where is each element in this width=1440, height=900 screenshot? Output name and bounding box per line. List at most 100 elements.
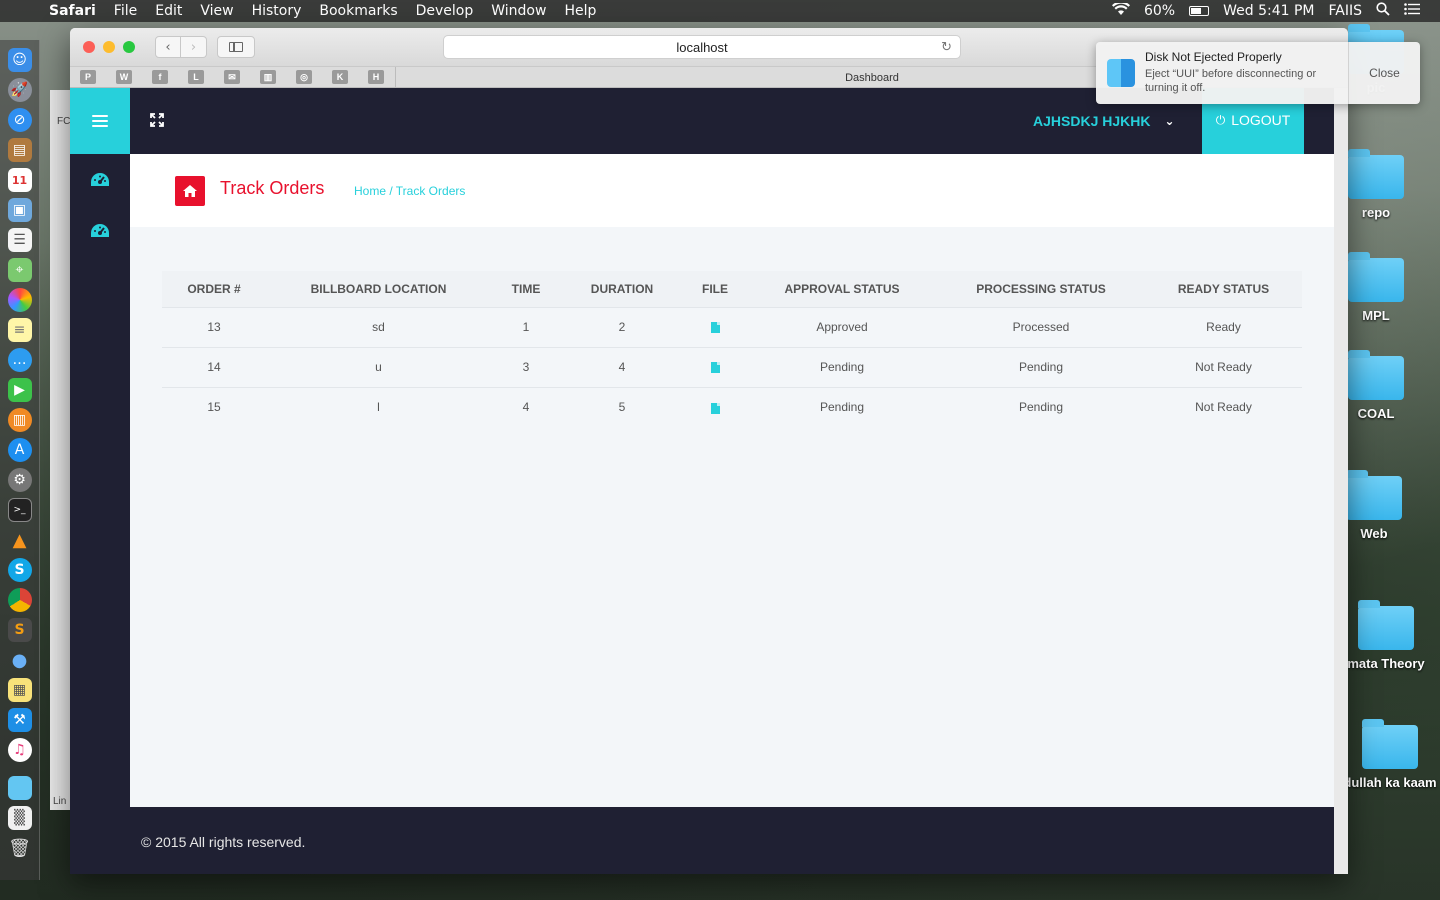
notification-body: Disk Not Ejected Properly Eject “UUI” be… [1145,42,1345,104]
menu-develop[interactable]: Develop [407,3,483,19]
clock[interactable]: Wed 5:41 PM [1223,3,1314,19]
launchpad-icon[interactable]: 🚀 [7,78,32,102]
vlc-icon[interactable]: ▲ [8,528,32,552]
menu-bookmarks[interactable]: Bookmarks [310,3,406,19]
bookmark-mail[interactable]: ✉ [224,70,240,84]
bookmark-github[interactable]: ◎ [296,70,312,84]
logout-label: LOGOUT [1231,112,1291,128]
column-header: ORDER # [187,281,241,296]
calendar-icon[interactable]: 11 [7,168,32,192]
applications-folder-icon[interactable] [7,776,32,800]
downloads-stack-icon[interactable]: ▒ [7,806,32,830]
breadcrumb[interactable]: Home / Track Orders [354,184,465,198]
fullscreen-icon[interactable] [150,113,166,129]
bookmark-p[interactable]: P [80,70,96,84]
facetime-icon[interactable]: ▶ [7,378,32,402]
forward-button[interactable]: › [181,36,207,58]
stickies-icon[interactable]: ▦ [7,678,32,702]
approval-status: Approved [747,306,937,347]
column-header: FILE [702,281,728,296]
menu-window[interactable]: Window [482,3,555,19]
back-button[interactable]: ‹ [155,36,181,58]
time: 1 [491,306,561,347]
address-bar[interactable]: localhost ↻ [443,35,961,59]
reload-icon[interactable]: ↻ [941,40,952,55]
finder-icon [1107,59,1135,87]
close-window-button[interactable] [83,41,95,53]
preview-icon[interactable]: ▣ [7,198,32,222]
notification-title: Disk Not Ejected Properly [1145,50,1282,64]
contacts-icon[interactable]: ▤ [7,138,32,162]
ibooks-icon[interactable]: ▥ [7,408,32,432]
safari-icon[interactable]: ⊘ [7,108,32,132]
power-icon: ⏻ [1215,112,1226,127]
skype-icon[interactable]: S [7,558,32,582]
spotlight-icon[interactable] [1376,2,1390,20]
trash-icon[interactable]: 🗑 [8,836,32,860]
menu-view[interactable]: View [191,3,242,19]
photos-icon[interactable] [7,288,32,312]
background-window-text: FC [57,116,71,127]
page-title: Track Orders [220,178,325,198]
bookmark-l[interactable]: L [188,70,204,84]
order-number: 14 [162,346,266,387]
user-menu[interactable]: FAIIS [1329,3,1363,19]
file-icon[interactable] [710,402,720,414]
menu-toggle-button[interactable] [70,88,130,154]
xcode-icon[interactable]: ⚒ [7,708,32,732]
notification-close-button[interactable]: Close [1348,42,1420,104]
zoom-window-button[interactable] [123,41,135,53]
disk-ejected-notification[interactable]: Disk Not Ejected Properly Eject “UUI” be… [1096,42,1420,104]
copyright-text: © 2015 All rights reserved. [141,834,306,850]
column-header: BILLBOARD LOCATION [310,281,447,296]
bookmark-h[interactable]: H [368,70,384,84]
ready-status: Not Ready [1145,346,1302,387]
terminal-icon[interactable]: >_ [7,498,32,522]
order-number: 15 [162,386,266,427]
orders-table: ORDER # BILLBOARD LOCATION TIME DURATION… [162,271,1302,427]
battery-percent[interactable]: 60% [1144,3,1175,19]
dashboard-icon[interactable] [90,223,110,239]
bookmark-w[interactable]: W [116,70,132,84]
minimize-window-button[interactable] [103,41,115,53]
notes-icon[interactable]: ≡ [7,318,32,342]
finder-icon[interactable]: ☺ [7,48,32,72]
itunes-icon[interactable]: ♫ [7,738,32,762]
droplet-app-icon[interactable]: ● [8,648,32,672]
web-app: AJHSDKJ HJKHK ⌄ ⏻ LOGOUT Track Orders Ho… [70,88,1334,874]
chrome-icon[interactable] [7,588,32,612]
folder-icon [1346,470,1402,520]
app-store-icon[interactable]: A [7,438,32,462]
file-icon[interactable] [710,362,720,374]
maps-icon[interactable]: ⌖ [7,258,32,282]
column-header: DURATION [590,281,654,296]
file-icon[interactable] [710,322,720,334]
table-row: 14 u 3 4 Pending Pending Not Ready [162,346,1302,387]
sublime-text-icon[interactable]: S [7,618,32,642]
menu-help[interactable]: Help [555,3,605,19]
dock: ☺ 🚀 ⊘ ▤ 11 ▣ ☰ ⌖ ≡ … ▶ ▥ A ⚙ >_ ▲ S S ● … [0,40,40,880]
duration: 5 [561,386,683,427]
notification-center-icon[interactable] [1404,3,1420,19]
bookmark-k[interactable]: K [332,70,348,84]
menu-app-name[interactable]: Safari [40,3,105,19]
background-window[interactable]: FC Lin [50,90,70,810]
bookmark-facebook[interactable]: f [152,70,168,84]
url-text: localhost [676,39,728,55]
folder-icon [1362,719,1418,769]
menu-file[interactable]: File [105,3,146,19]
sidebar-toggle-button[interactable] [217,36,255,58]
messages-icon[interactable]: … [7,348,32,372]
ready-status: Not Ready [1145,386,1302,427]
bookmark-trello[interactable]: ▥ [260,70,276,84]
approval-status: Pending [747,346,937,387]
menu-edit[interactable]: Edit [146,3,191,19]
menu-history[interactable]: History [243,3,311,19]
system-preferences-icon[interactable]: ⚙ [7,468,32,492]
file-cell [683,306,747,347]
ready-status: Ready [1145,306,1302,347]
dashboard-icon[interactable] [90,172,110,188]
reminders-icon[interactable]: ☰ [7,228,32,252]
user-dropdown[interactable]: AJHSDKJ HJKHK ⌄ [1033,113,1175,129]
wifi-icon[interactable] [1111,0,1130,20]
